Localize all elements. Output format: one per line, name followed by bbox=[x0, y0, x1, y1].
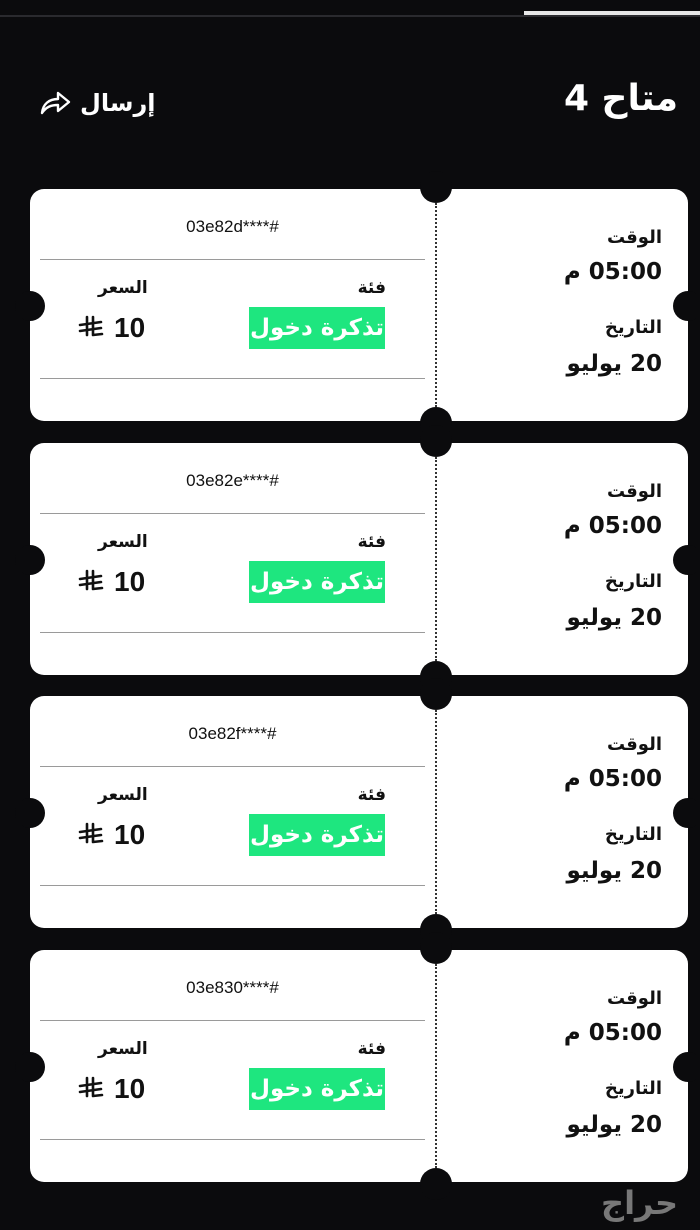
category-label: فئة bbox=[357, 532, 386, 552]
ticket-card[interactable]: 03e830****# فئة السعر تذكرة دخول 10 الوق… bbox=[15, 932, 700, 1200]
price-label: السعر bbox=[98, 278, 148, 298]
page-title: متاح 4 bbox=[563, 78, 678, 119]
date-value: 20 يوليو bbox=[566, 1112, 662, 1138]
time-value: 05:00 م bbox=[563, 1020, 662, 1046]
notch bbox=[673, 1052, 700, 1082]
riyal-currency-icon bbox=[78, 315, 104, 337]
category-badge: تذكرة دخول bbox=[249, 814, 385, 856]
price-label: السعر bbox=[98, 785, 148, 805]
time-label: الوقت bbox=[606, 227, 662, 248]
notch bbox=[15, 798, 45, 828]
price: 10 bbox=[78, 1072, 145, 1106]
perforation bbox=[435, 710, 437, 914]
date-label: التاريخ bbox=[604, 1078, 662, 1099]
notch bbox=[673, 798, 700, 828]
divider bbox=[40, 885, 425, 886]
time-value: 05:00 م bbox=[563, 513, 662, 539]
time-value: 05:00 م bbox=[563, 766, 662, 792]
price-label: السعر bbox=[98, 1039, 148, 1059]
price-value: 10 bbox=[114, 566, 146, 597]
notch bbox=[15, 291, 45, 321]
price-value: 10 bbox=[114, 312, 146, 343]
category-label: فئة bbox=[357, 1039, 386, 1059]
divider bbox=[40, 766, 425, 767]
riyal-currency-icon bbox=[78, 822, 104, 844]
ticket-card[interactable]: 03e82f****# فئة السعر تذكرة دخول 10 الوق… bbox=[15, 678, 700, 946]
time-label: الوقت bbox=[606, 988, 662, 1009]
share-arrow-icon bbox=[40, 91, 71, 115]
price: 10 bbox=[78, 818, 145, 852]
riyal-currency-icon bbox=[78, 1076, 104, 1098]
perforation bbox=[435, 203, 437, 407]
ticket-code: 03e82e****# bbox=[186, 471, 279, 490]
notch bbox=[420, 932, 452, 964]
ticket-code: 03e82f****# bbox=[188, 724, 277, 743]
perforation bbox=[435, 964, 437, 1168]
notch bbox=[15, 1052, 45, 1082]
category-label: فئة bbox=[357, 785, 386, 805]
time-value: 05:00 م bbox=[563, 259, 662, 285]
divider bbox=[40, 513, 425, 514]
time-label: الوقت bbox=[606, 734, 662, 755]
price-value: 10 bbox=[114, 1073, 146, 1104]
category-badge: تذكرة دخول bbox=[249, 561, 385, 603]
scroll-indicator bbox=[524, 11, 700, 15]
price: 10 bbox=[78, 565, 145, 599]
notch bbox=[420, 425, 452, 457]
notch bbox=[673, 291, 700, 321]
notch bbox=[15, 545, 45, 575]
category-badge: تذكرة دخول bbox=[249, 1068, 385, 1110]
divider bbox=[40, 1139, 425, 1140]
divider bbox=[40, 632, 425, 633]
category-label: فئة bbox=[357, 278, 386, 298]
time-label: الوقت bbox=[606, 481, 662, 502]
price-label: السعر bbox=[98, 532, 148, 552]
price: 10 bbox=[78, 311, 145, 345]
divider bbox=[40, 378, 425, 379]
perforation bbox=[435, 457, 437, 661]
price-value: 10 bbox=[114, 819, 146, 850]
send-button[interactable]: إرسال bbox=[38, 86, 155, 120]
date-value: 20 يوليو bbox=[566, 858, 662, 884]
divider bbox=[40, 1020, 425, 1021]
notch bbox=[420, 1168, 452, 1200]
riyal-currency-icon bbox=[78, 569, 104, 591]
date-value: 20 يوليو bbox=[566, 605, 662, 631]
ticket-code: 03e830****# bbox=[186, 978, 279, 997]
notch bbox=[420, 171, 452, 203]
send-label: إرسال bbox=[80, 89, 156, 117]
date-label: التاريخ bbox=[604, 317, 662, 338]
ticket-code: 03e82d****# bbox=[186, 217, 279, 236]
date-value: 20 يوليو bbox=[566, 351, 662, 377]
divider bbox=[40, 259, 425, 260]
ticket-card[interactable]: 03e82d****# فئة السعر تذكرة دخول 10 الوق… bbox=[15, 171, 700, 439]
top-divider bbox=[0, 15, 700, 17]
category-badge: تذكرة دخول bbox=[249, 307, 385, 349]
notch bbox=[673, 545, 700, 575]
ticket-card[interactable]: 03e82e****# فئة السعر تذكرة دخول 10 الوق… bbox=[15, 425, 700, 693]
watermark-logo: حراج bbox=[601, 1184, 678, 1222]
date-label: التاريخ bbox=[604, 824, 662, 845]
notch bbox=[420, 678, 452, 710]
date-label: التاريخ bbox=[604, 571, 662, 592]
